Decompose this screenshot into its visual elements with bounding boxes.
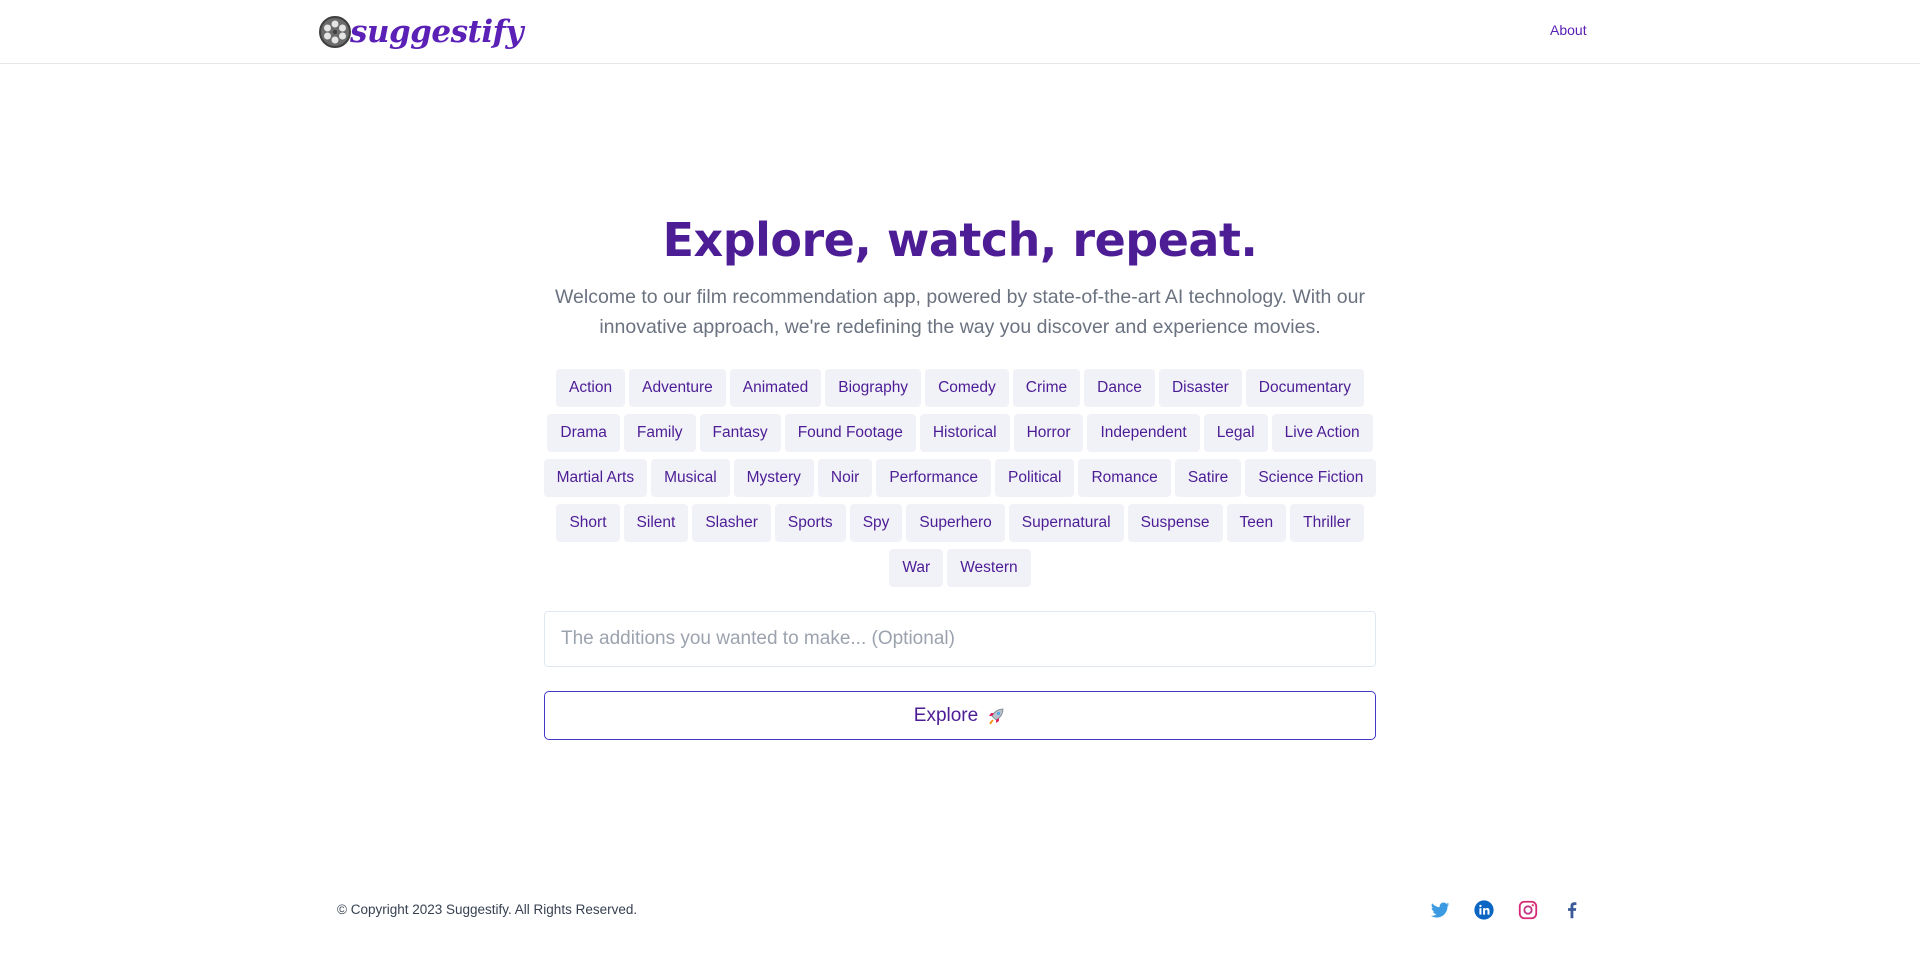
genre-chip[interactable]: Silent bbox=[623, 504, 689, 542]
genre-chip[interactable]: Short bbox=[556, 504, 620, 542]
brand-logo[interactable]: suggestify bbox=[318, 12, 523, 52]
brand-name: suggestify bbox=[350, 14, 523, 50]
genre-chip[interactable]: Superhero bbox=[906, 504, 1005, 542]
genre-chip[interactable]: Adventure bbox=[629, 369, 726, 407]
copyright-text: © Copyright 2023 Suggestify. All Rights … bbox=[337, 902, 638, 917]
genre-chip[interactable]: Slasher bbox=[692, 504, 771, 542]
genre-chip[interactable]: Suspense bbox=[1127, 504, 1223, 542]
facebook-icon bbox=[1568, 902, 1577, 919]
rocket-icon bbox=[989, 708, 1004, 724]
genre-chip[interactable]: Thriller bbox=[1290, 504, 1364, 542]
genre-chip[interactable]: Satire bbox=[1174, 459, 1242, 497]
instagram-icon bbox=[1518, 900, 1538, 920]
genre-chip[interactable]: Action bbox=[556, 369, 626, 407]
genre-chip[interactable]: Spy bbox=[849, 504, 903, 542]
genre-chip[interactable]: Noir bbox=[817, 459, 873, 497]
genre-chip[interactable]: Fantasy bbox=[699, 414, 781, 452]
genre-chip[interactable]: Found Footage bbox=[784, 414, 916, 452]
explore-button-label: Explore bbox=[913, 704, 979, 726]
genre-chip[interactable]: Supernatural bbox=[1008, 504, 1124, 542]
genre-chip[interactable]: Animated bbox=[729, 369, 822, 407]
linkedin-link[interactable] bbox=[1472, 898, 1496, 922]
genre-chip[interactable]: Western bbox=[947, 549, 1031, 587]
twitter-icon bbox=[1430, 902, 1450, 918]
twitter-link[interactable] bbox=[1428, 898, 1452, 922]
top-navbar: suggestify About bbox=[0, 0, 1920, 64]
genre-chip[interactable]: Science Fiction bbox=[1245, 459, 1377, 497]
genre-chip[interactable]: Horror bbox=[1013, 414, 1084, 452]
hero-subtitle: Welcome to our film recommendation app, … bbox=[555, 286, 1365, 338]
genre-chip[interactable]: Crime bbox=[1012, 369, 1081, 407]
genre-chip[interactable]: Performance bbox=[876, 459, 992, 497]
page-title: Explore, watch, repeat. bbox=[662, 213, 1258, 267]
nav-about-link[interactable]: About bbox=[1550, 22, 1587, 38]
social-links bbox=[1428, 898, 1584, 922]
genre-chip[interactable]: Romance bbox=[1078, 459, 1171, 497]
genre-chip[interactable]: Political bbox=[995, 459, 1075, 497]
genre-chip[interactable]: Teen bbox=[1226, 504, 1287, 542]
genre-chip[interactable]: Documentary bbox=[1245, 369, 1364, 407]
genre-chip[interactable]: Drama bbox=[547, 414, 620, 452]
genre-chip[interactable]: Historical bbox=[919, 414, 1010, 452]
explore-button[interactable]: Explore bbox=[544, 691, 1376, 740]
genre-chip[interactable]: Dance bbox=[1084, 369, 1155, 407]
genre-chip[interactable]: Comedy bbox=[925, 369, 1009, 407]
genre-chip[interactable]: Martial Arts bbox=[543, 459, 648, 497]
facebook-link[interactable] bbox=[1560, 898, 1584, 922]
genre-chip[interactable]: Sports bbox=[774, 504, 846, 542]
genre-chip[interactable]: Mystery bbox=[733, 459, 814, 497]
genre-chip[interactable]: Family bbox=[623, 414, 696, 452]
genre-chip[interactable]: War bbox=[889, 549, 944, 587]
linkedin-icon bbox=[1474, 900, 1494, 920]
genre-chip[interactable]: Musical bbox=[651, 459, 730, 497]
genre-chip[interactable]: Biography bbox=[825, 369, 922, 407]
genre-chip[interactable]: Independent bbox=[1087, 414, 1200, 452]
film-reel-icon bbox=[319, 16, 351, 48]
additions-input[interactable] bbox=[544, 611, 1376, 667]
genre-chip[interactable]: Disaster bbox=[1158, 369, 1242, 407]
genre-chip[interactable]: Live Action bbox=[1271, 414, 1373, 452]
genre-chip[interactable]: Legal bbox=[1203, 414, 1268, 452]
genre-chip-list: Action Adventure Animated Biography Comedy Cr… bbox=[540, 369, 1380, 587]
instagram-link[interactable] bbox=[1516, 898, 1540, 922]
